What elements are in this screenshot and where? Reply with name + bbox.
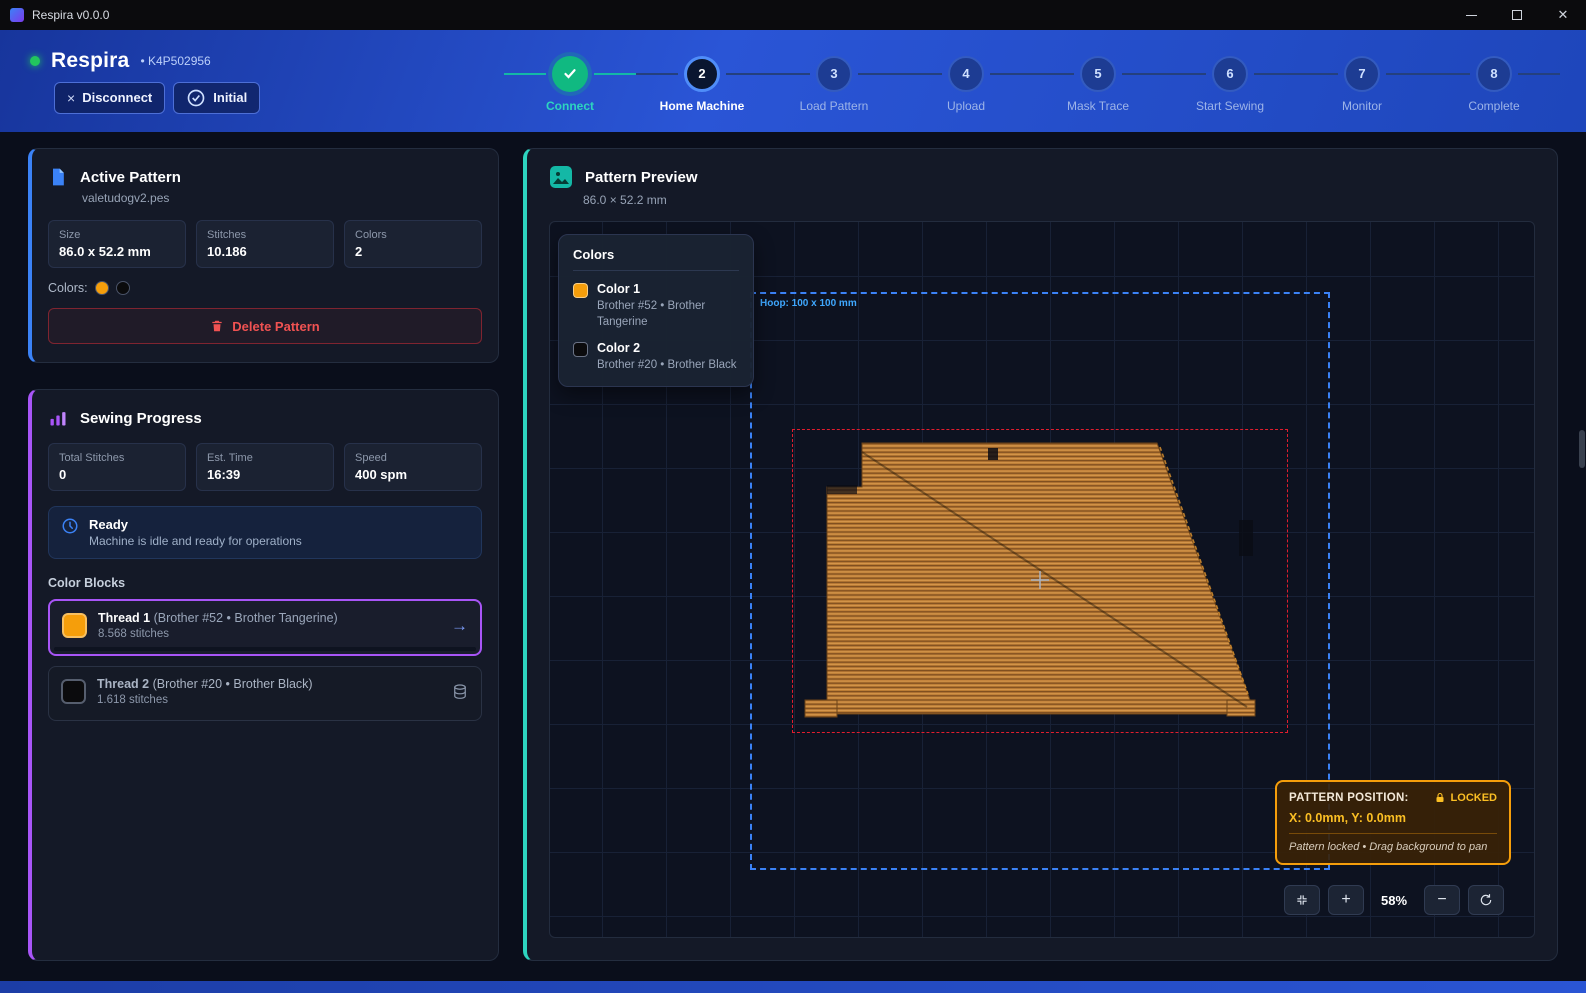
step-home-machine[interactable]: 2 Home Machine bbox=[636, 50, 768, 113]
bar-chart-icon bbox=[48, 408, 68, 428]
x-icon: × bbox=[67, 90, 75, 106]
fit-view-button[interactable] bbox=[1284, 885, 1320, 915]
color-blocks-label: Color Blocks bbox=[48, 576, 482, 590]
minus-icon: − bbox=[1437, 891, 1446, 909]
pattern-position-panel: PATTERN POSITION: LOCKED X: 0.0mm, Y: 0.… bbox=[1275, 780, 1511, 865]
zoom-level: 58% bbox=[1372, 893, 1416, 908]
legend-swatch-2 bbox=[573, 342, 588, 357]
close-button[interactable]: ✕ bbox=[1540, 0, 1586, 30]
disconnect-button[interactable]: × Disconnect bbox=[54, 82, 165, 114]
zoom-controls: + 58% − bbox=[1284, 885, 1504, 915]
pattern-dimensions: 86.0 × 52.2 mm bbox=[583, 193, 1535, 207]
stat-total-stitches: Total Stitches 0 bbox=[48, 443, 186, 491]
thread-block-2[interactable]: Thread 2 (Brother #20 • Brother Black) 1… bbox=[48, 666, 482, 721]
connection-status-dot bbox=[30, 56, 40, 66]
pan-hint: Pattern locked • Drag background to pan bbox=[1289, 833, 1497, 853]
queue-layers-icon bbox=[451, 683, 469, 701]
refresh-icon bbox=[1479, 893, 1493, 907]
colors-legend-panel: Colors Color 1 Brother #52 • Brother Tan… bbox=[558, 234, 754, 387]
app-name: Respira bbox=[51, 49, 129, 73]
step-monitor[interactable]: 7 Monitor bbox=[1296, 50, 1428, 113]
zoom-out-button[interactable]: − bbox=[1424, 885, 1460, 915]
maximize-icon bbox=[1512, 10, 1522, 20]
image-icon bbox=[549, 165, 573, 189]
stat-colors: Colors 2 bbox=[344, 220, 482, 268]
footer-bar bbox=[0, 981, 1586, 993]
file-icon bbox=[48, 167, 68, 187]
close-icon: ✕ bbox=[1558, 7, 1569, 23]
color-swatch-1 bbox=[95, 281, 109, 295]
thread1-progress-bar bbox=[54, 647, 476, 651]
card-title: Sewing Progress bbox=[80, 410, 202, 427]
app-icon bbox=[10, 8, 24, 22]
step-connect[interactable]: Connect bbox=[504, 50, 636, 113]
window-scrollbar[interactable] bbox=[1579, 430, 1585, 468]
preview-canvas[interactable]: Hoop: 100 x 100 mm bbox=[549, 221, 1535, 938]
workflow-stepper: Connect 2 Home Machine 3 Load Pattern 4 … bbox=[504, 50, 1560, 113]
step-load-pattern[interactable]: 3 Load Pattern bbox=[768, 50, 900, 113]
clock-icon bbox=[61, 517, 79, 535]
step-complete[interactable]: 8 Complete bbox=[1428, 50, 1560, 113]
legend-item-color2: Color 2 Brother #20 • Brother Black bbox=[573, 341, 739, 374]
window-title: Respira v0.0.0 bbox=[32, 8, 109, 22]
window-titlebar[interactable]: Respira v0.0.0 ✕ bbox=[0, 0, 1586, 30]
arrow-right-icon: → bbox=[451, 616, 468, 636]
machine-status-banner: Ready Machine is idle and ready for oper… bbox=[48, 506, 482, 559]
zoom-in-button[interactable]: + bbox=[1328, 885, 1364, 915]
active-pattern-card: Active Pattern valetudogv2.pes Size 86.0… bbox=[28, 148, 499, 363]
stat-speed: Speed 400 spm bbox=[344, 443, 482, 491]
pattern-bounds-outline bbox=[792, 429, 1288, 733]
step-upload[interactable]: 4 Upload bbox=[900, 50, 1032, 113]
machine-serial: • K4P502956 bbox=[140, 54, 210, 68]
reset-view-button[interactable] bbox=[1468, 885, 1504, 915]
check-circle-icon bbox=[186, 88, 206, 108]
lock-icon bbox=[1434, 792, 1446, 804]
card-title: Pattern Preview bbox=[585, 169, 698, 186]
delete-pattern-button[interactable]: Delete Pattern bbox=[48, 308, 482, 344]
pattern-filename: valetudogv2.pes bbox=[82, 191, 482, 205]
thread-block-1[interactable]: Thread 1 (Brother #52 • Brother Tangerin… bbox=[48, 599, 482, 656]
stat-stitches: Stitches 10.186 bbox=[196, 220, 334, 268]
initial-button[interactable]: Initial bbox=[173, 82, 260, 114]
step-mask-trace[interactable]: 5 Mask Trace bbox=[1032, 50, 1164, 113]
stat-size: Size 86.0 x 52.2 mm bbox=[48, 220, 186, 268]
status-title: Ready bbox=[89, 517, 302, 532]
lock-toggle[interactable]: LOCKED bbox=[1434, 792, 1497, 804]
app-header: Respira • K4P502956 × Disconnect Initial… bbox=[0, 30, 1586, 132]
color-swatch-2 bbox=[116, 281, 130, 295]
minimize-icon bbox=[1466, 15, 1477, 16]
stat-est-time: Est. Time 16:39 bbox=[196, 443, 334, 491]
colors-label: Colors: bbox=[48, 281, 88, 295]
card-title: Active Pattern bbox=[80, 169, 181, 186]
thread1-swatch bbox=[62, 613, 87, 638]
legend-swatch-1 bbox=[573, 283, 588, 298]
step-check-icon bbox=[552, 56, 588, 92]
legend-item-color1: Color 1 Brother #52 • Brother Tangerine bbox=[573, 282, 739, 330]
pattern-coordinates: X: 0.0mm, Y: 0.0mm bbox=[1289, 811, 1497, 825]
sewing-progress-card: Sewing Progress Total Stitches 0 Est. Ti… bbox=[28, 389, 499, 961]
status-message: Machine is idle and ready for operations bbox=[89, 534, 302, 548]
maximize-button[interactable] bbox=[1494, 0, 1540, 30]
minimize-button[interactable] bbox=[1448, 0, 1494, 30]
pattern-preview-card: Pattern Preview 86.0 × 52.2 mm Hoop: 100… bbox=[523, 148, 1558, 961]
plus-icon: + bbox=[1341, 891, 1350, 909]
trash-icon bbox=[210, 319, 224, 333]
fit-view-icon bbox=[1295, 893, 1309, 907]
thread2-swatch bbox=[61, 679, 86, 704]
step-start-sewing[interactable]: 6 Start Sewing bbox=[1164, 50, 1296, 113]
